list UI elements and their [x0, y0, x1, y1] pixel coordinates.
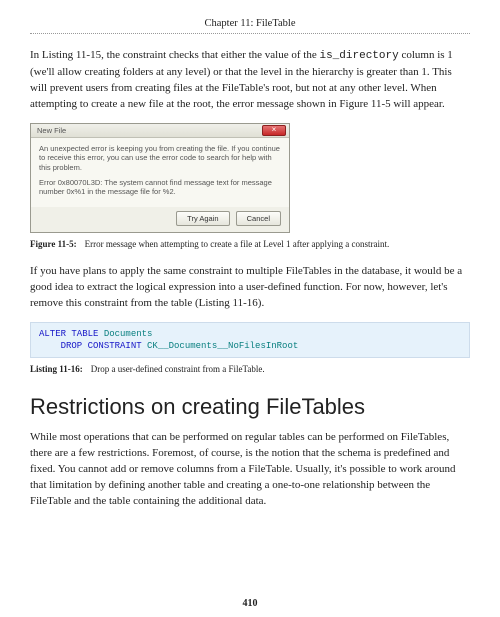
body-paragraph-1: In Listing 11-15, the constraint checks … [30, 48, 470, 113]
listing-label: Listing 11-16: [30, 364, 83, 374]
dialog-title-text: New File [37, 126, 66, 135]
body-paragraph-2: If you have plans to apply the same cons… [30, 264, 470, 312]
dialog-button-row: Try Again Cancel [31, 207, 289, 232]
close-icon: × [262, 125, 286, 136]
error-dialog-screenshot: New File × An unexpected error is keepin… [30, 123, 470, 233]
sql-keyword: DROP CONSTRAINT [61, 341, 142, 351]
figure-caption-11-5: Figure 11-5: Error message when attemptin… [30, 239, 470, 251]
dialog-message-1: An unexpected error is keeping you from … [39, 144, 281, 172]
page-number: 410 [0, 598, 500, 609]
try-again-button: Try Again [176, 211, 229, 226]
dialog-titlebar: New File × [31, 124, 289, 138]
dialog-body: An unexpected error is keeping you from … [31, 138, 289, 207]
listing-text: Drop a user-defined constraint from a Fi… [91, 364, 265, 374]
sql-keyword: ALTER TABLE [39, 329, 98, 339]
dialog-message-2: Error 0x80070L3D: The system cannot find… [39, 178, 281, 197]
sql-object: Documents [98, 329, 152, 339]
dialog-window: New File × An unexpected error is keepin… [30, 123, 290, 233]
indent [39, 341, 61, 351]
chapter-header: Chapter 11: FileTable [30, 18, 470, 34]
figure-text: Error message when attempting to create … [85, 239, 390, 249]
sql-object: CK__Documents__NoFilesInRoot [142, 341, 299, 351]
listing-caption-11-16: Listing 11-16: Drop a user-defined constr… [30, 364, 470, 376]
code-listing-11-16: ALTER TABLE Documents DROP CONSTRAINT CK… [30, 322, 470, 358]
text: In Listing 11-15, the constraint checks … [30, 49, 319, 61]
body-paragraph-3: While most operations that can be perfor… [30, 430, 470, 510]
section-heading: Restrictions on creating FileTables [30, 394, 470, 420]
figure-label: Figure 11-5: [30, 239, 77, 249]
inline-code: is_directory [319, 50, 398, 62]
cancel-button: Cancel [236, 211, 281, 226]
